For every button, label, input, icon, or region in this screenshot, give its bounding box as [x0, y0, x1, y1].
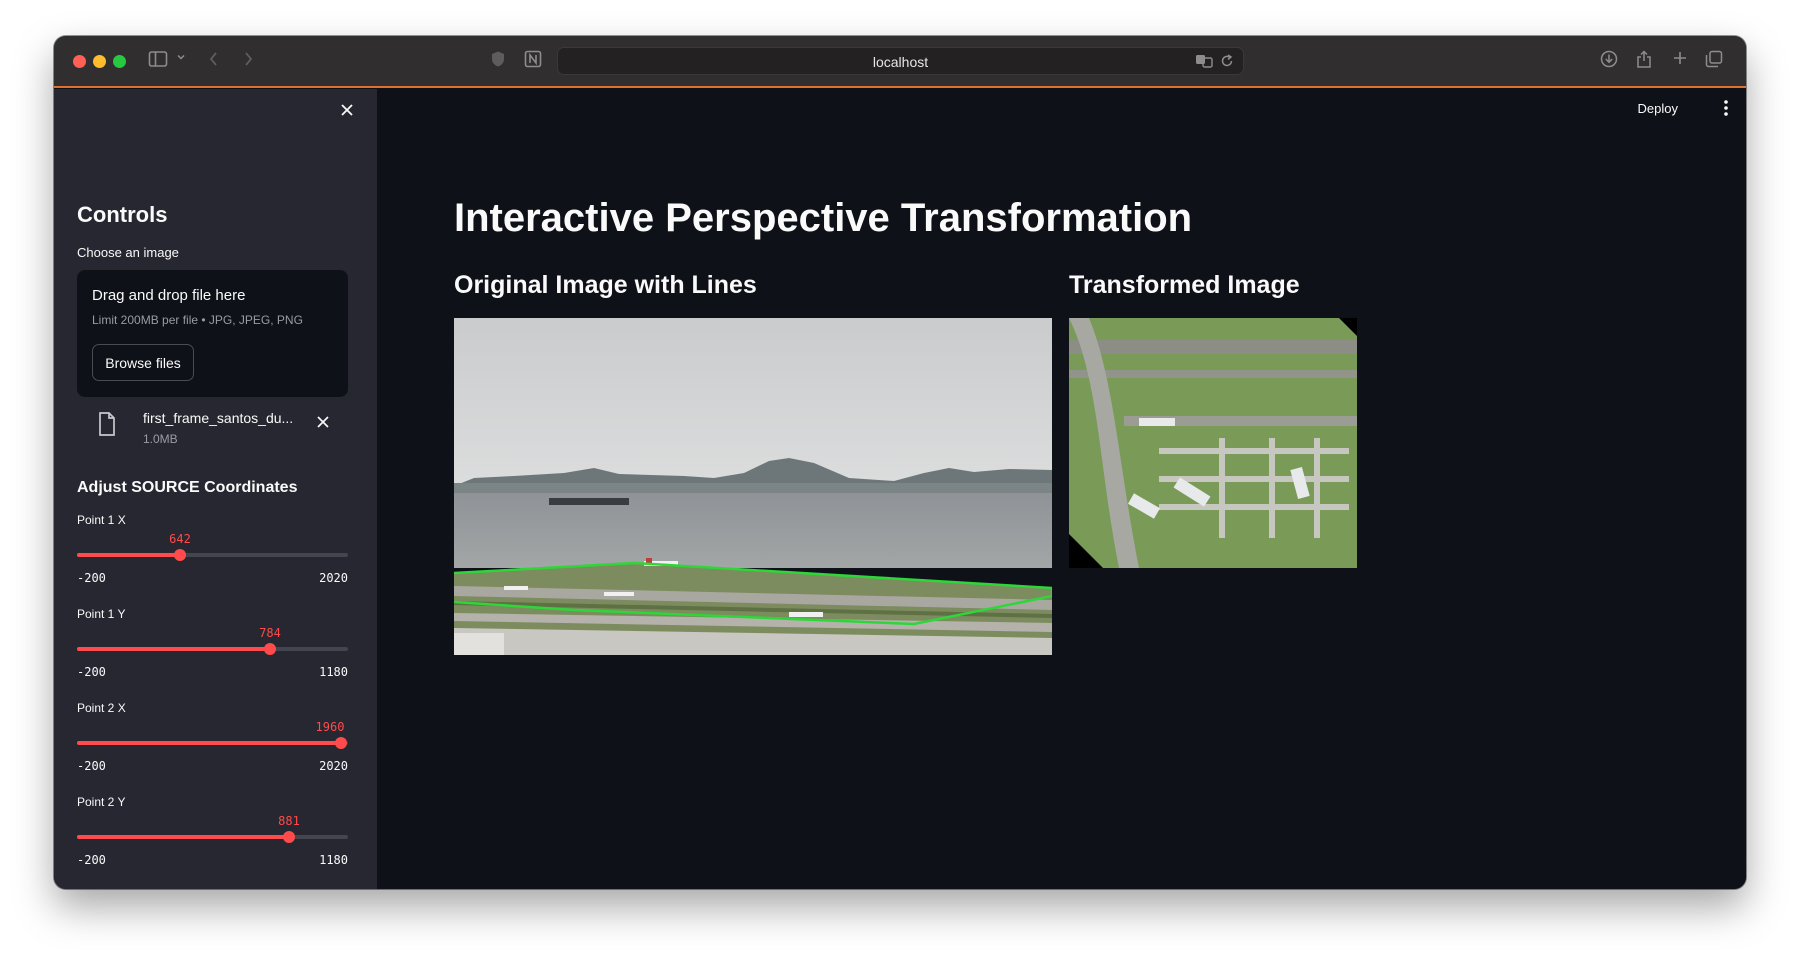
slider-min: -200 — [77, 665, 106, 679]
slider-fill — [77, 647, 270, 651]
chevron-down-icon[interactable] — [176, 52, 186, 62]
main-content: Deploy Interactive Perspective Transform… — [377, 89, 1746, 889]
maximize-window-button[interactable] — [113, 55, 126, 68]
slider-point-2-y[interactable]: Point 2 Y 881 -200 1180 — [77, 795, 348, 875]
close-sidebar-icon[interactable] — [340, 103, 354, 122]
uploaded-file: first_frame_santos_du... 1.0MB — [77, 407, 348, 451]
sidebar: Controls Choose an image Drag and drop f… — [54, 89, 377, 889]
slider-fill — [77, 741, 341, 745]
slider-point-1-x[interactable]: Point 1 X 642 -200 2020 — [77, 513, 348, 593]
file-dropzone[interactable]: Drag and drop file here Limit 200MB per … — [77, 270, 348, 397]
slider-value: 784 — [259, 626, 281, 640]
slider-track[interactable] — [77, 643, 348, 655]
remove-file-icon[interactable] — [316, 415, 330, 434]
transformed-image — [1069, 318, 1357, 568]
translate-icon[interactable] — [1195, 53, 1213, 74]
browser-titlebar: localhost — [54, 36, 1746, 88]
slider-point-2-x[interactable]: Point 2 X 1960 -200 2020 — [77, 701, 348, 781]
file-icon — [97, 411, 117, 442]
slider-thumb[interactable] — [174, 549, 186, 561]
more-options-icon[interactable] — [1723, 99, 1729, 122]
transformed-image-heading: Transformed Image — [1069, 271, 1300, 299]
slider-max: 1180 — [319, 853, 348, 867]
back-icon[interactable] — [208, 50, 220, 68]
reload-icon[interactable] — [1220, 54, 1234, 73]
notion-icon[interactable] — [524, 50, 542, 68]
slider-track[interactable] — [77, 549, 348, 561]
slider-track[interactable] — [77, 737, 348, 749]
file-size: 1.0MB — [143, 432, 178, 446]
file-name: first_frame_santos_du... — [143, 410, 294, 426]
close-window-button[interactable] — [73, 55, 86, 68]
slider-label: Point 2 X — [77, 701, 126, 715]
slider-label: Point 2 Y — [77, 795, 126, 809]
sidebar-heading: Controls — [77, 202, 168, 227]
dropzone-title: Drag and drop file here — [92, 287, 246, 304]
slider-max: 2020 — [319, 759, 348, 773]
original-image-heading: Original Image with Lines — [454, 271, 757, 299]
slider-fill — [77, 835, 289, 839]
share-icon[interactable] — [1636, 50, 1652, 69]
original-image — [454, 318, 1052, 655]
url-text: localhost — [872, 54, 929, 70]
slider-thumb[interactable] — [335, 737, 347, 749]
browse-files-button[interactable]: Browse files — [92, 344, 194, 381]
slider-min: -200 — [77, 759, 106, 773]
slider-label: Point 1 Y — [77, 607, 126, 621]
slider-min: -200 — [77, 853, 106, 867]
coordinates-heading: Adjust SOURCE Coordinates — [77, 479, 298, 496]
slider-max: 2020 — [319, 571, 348, 585]
slider-track[interactable] — [77, 831, 348, 843]
slider-label: Point 1 X — [77, 513, 126, 527]
forward-icon[interactable] — [242, 50, 254, 68]
slider-value: 881 — [278, 814, 300, 828]
page-title: Interactive Perspective Transformation — [454, 196, 1193, 240]
sidebar-toggle-icon[interactable] — [148, 50, 168, 68]
slider-point-1-y[interactable]: Point 1 Y 784 -200 1180 — [77, 607, 348, 687]
deploy-button[interactable]: Deploy — [1638, 101, 1678, 116]
slider-min: -200 — [77, 571, 106, 585]
address-bar[interactable]: localhost — [557, 47, 1244, 75]
minimize-window-button[interactable] — [93, 55, 106, 68]
uploader-label: Choose an image — [77, 245, 179, 260]
shield-icon[interactable] — [490, 50, 506, 68]
download-icon[interactable] — [1600, 50, 1618, 68]
tab-overview-icon[interactable] — [1705, 50, 1723, 68]
slider-max: 1180 — [319, 665, 348, 679]
slider-value: 642 — [169, 532, 191, 546]
new-tab-icon[interactable] — [1672, 50, 1688, 66]
browser-window: localhost Controls Choose an image Drag … — [54, 36, 1746, 889]
slider-thumb[interactable] — [264, 643, 276, 655]
slider-fill — [77, 553, 180, 557]
slider-value: 1960 — [315, 720, 345, 734]
dropzone-limit: Limit 200MB per file • JPG, JPEG, PNG — [92, 313, 303, 327]
slider-thumb[interactable] — [283, 831, 295, 843]
